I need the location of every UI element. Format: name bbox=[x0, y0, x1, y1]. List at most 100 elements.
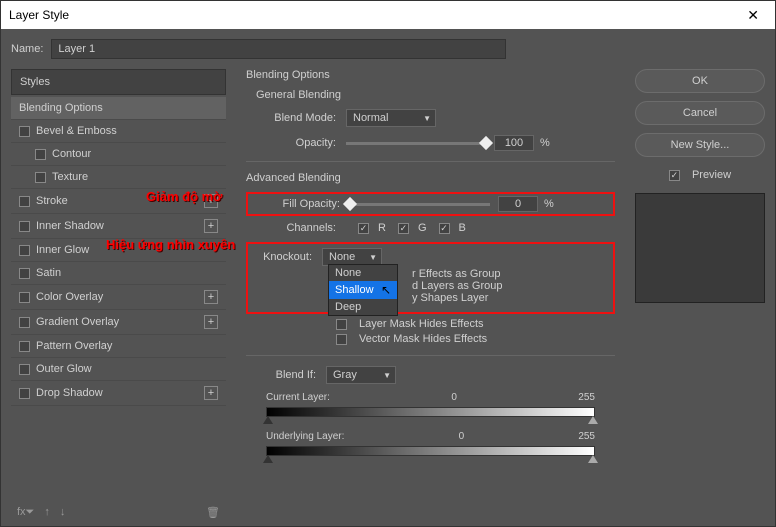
ok-button[interactable]: OK bbox=[635, 69, 765, 93]
arrow-down-icon[interactable]: ↓ bbox=[60, 506, 66, 518]
style-label: Satin bbox=[36, 267, 61, 279]
arrow-up-icon[interactable]: ↑ bbox=[44, 506, 50, 518]
style-checkbox[interactable] bbox=[19, 268, 30, 279]
style-item[interactable]: Gradient Overlay + bbox=[11, 310, 226, 335]
blend-if-thumb[interactable] bbox=[263, 455, 273, 463]
style-label: Gradient Overlay bbox=[36, 316, 119, 328]
add-effect-button[interactable]: + bbox=[204, 290, 218, 304]
fill-opacity-label: Fill Opacity: bbox=[250, 198, 350, 210]
advanced-blending-title: Advanced Blending bbox=[246, 172, 615, 184]
opacity-slider[interactable] bbox=[346, 142, 486, 145]
fill-opacity-slider[interactable] bbox=[350, 203, 490, 206]
style-label: Contour bbox=[52, 148, 91, 160]
blend-if-thumb[interactable] bbox=[588, 416, 598, 424]
knockout-label: Knockout: bbox=[252, 251, 322, 263]
preview-label: Preview bbox=[692, 169, 731, 181]
channel-b-checkbox[interactable] bbox=[439, 223, 450, 234]
panel-title: Blending Options bbox=[246, 69, 615, 81]
chevron-down-icon: ▼ bbox=[369, 253, 377, 262]
new-style-button[interactable]: New Style... bbox=[635, 133, 765, 157]
cancel-button[interactable]: Cancel bbox=[635, 101, 765, 125]
style-checkbox[interactable] bbox=[19, 126, 30, 137]
style-item[interactable]: Blending Options bbox=[11, 97, 226, 120]
close-icon[interactable]: ✕ bbox=[739, 5, 767, 26]
style-label: Blending Options bbox=[19, 102, 103, 114]
style-checkbox[interactable] bbox=[19, 317, 30, 328]
style-label: Inner Glow bbox=[36, 244, 89, 256]
style-checkbox[interactable] bbox=[19, 196, 30, 207]
blend-mode-select[interactable]: Normal▼ bbox=[346, 109, 436, 127]
fx-icon[interactable]: fx⏷ bbox=[17, 506, 34, 519]
style-label: Inner Shadow bbox=[36, 220, 104, 232]
style-label: Pattern Overlay bbox=[36, 340, 112, 352]
style-checkbox[interactable] bbox=[19, 388, 30, 399]
chevron-down-icon: ▼ bbox=[423, 114, 431, 123]
style-label: Outer Glow bbox=[36, 363, 92, 375]
channel-g-checkbox[interactable] bbox=[398, 223, 409, 234]
style-item[interactable]: Stroke+ bbox=[11, 189, 226, 214]
style-label: Drop Shadow bbox=[36, 387, 103, 399]
fill-opacity-input[interactable] bbox=[498, 196, 538, 212]
style-checkbox[interactable] bbox=[35, 149, 46, 160]
blend-mode-label: Blend Mode: bbox=[246, 112, 346, 124]
layer-name-input[interactable] bbox=[51, 39, 506, 59]
style-item[interactable]: Inner Glow bbox=[11, 239, 226, 262]
style-checkbox[interactable] bbox=[19, 221, 30, 232]
blend-if-label: Blend If: bbox=[246, 369, 326, 381]
style-label: Color Overlay bbox=[36, 291, 103, 303]
right-panel: OK Cancel New Style... Preview bbox=[635, 69, 765, 526]
name-label: Name: bbox=[11, 43, 43, 55]
add-effect-button[interactable]: + bbox=[204, 386, 218, 400]
style-checkbox[interactable] bbox=[35, 172, 46, 183]
trash-icon[interactable]: 🗑 bbox=[206, 506, 220, 519]
style-item[interactable]: Color Overlay + bbox=[11, 285, 226, 310]
add-effect-button[interactable]: + bbox=[204, 315, 218, 329]
titlebar: Layer Style ✕ bbox=[1, 1, 775, 29]
opt-shapes-layer: y Shapes Layer bbox=[412, 292, 609, 304]
knockout-option-deep[interactable]: Deep bbox=[329, 299, 397, 315]
current-layer-gradient[interactable] bbox=[266, 407, 595, 417]
layer-mask-hides-checkbox[interactable] bbox=[336, 319, 347, 330]
dialog-title: Layer Style bbox=[9, 8, 69, 22]
style-checkbox[interactable] bbox=[19, 245, 30, 256]
channels-label: Channels: bbox=[246, 222, 346, 234]
style-checkbox[interactable] bbox=[19, 292, 30, 303]
channel-r-checkbox[interactable] bbox=[358, 223, 369, 234]
styles-panel: Styles Blending Options Bevel & Emboss Con… bbox=[11, 69, 226, 526]
preview-box bbox=[635, 193, 765, 303]
style-item[interactable]: Inner Shadow + bbox=[11, 214, 226, 239]
knockout-option-none[interactable]: None bbox=[329, 265, 397, 281]
style-checkbox[interactable] bbox=[19, 364, 30, 375]
add-effect-button[interactable]: + bbox=[204, 194, 218, 208]
opacity-input[interactable] bbox=[494, 135, 534, 151]
style-item[interactable]: Pattern Overlay bbox=[11, 335, 226, 358]
style-item[interactable]: Contour bbox=[11, 143, 226, 166]
styles-bottom-bar: fx⏷ ↑ ↓ 🗑 bbox=[11, 498, 226, 526]
cursor-icon: ↖ bbox=[381, 283, 391, 297]
styles-list: Blending Options Bevel & Emboss Contour Tex… bbox=[11, 97, 226, 498]
opt-effects-group: r Effects as Group bbox=[412, 268, 609, 280]
style-label: Bevel & Emboss bbox=[36, 125, 117, 137]
opacity-label: Opacity: bbox=[246, 137, 346, 149]
layer-style-dialog: Layer Style ✕ Name: Styles Blending Opti… bbox=[0, 0, 776, 527]
styles-header[interactable]: Styles bbox=[11, 69, 226, 95]
style-item[interactable]: Drop Shadow + bbox=[11, 381, 226, 406]
chevron-down-icon: ▼ bbox=[383, 371, 391, 380]
blending-options-panel: Blending Options General Blending Blend … bbox=[236, 69, 625, 526]
opt-layers-group: d Layers as Group bbox=[412, 280, 609, 292]
knockout-option-shallow[interactable]: Shallow↖ bbox=[329, 281, 397, 299]
style-checkbox[interactable] bbox=[19, 341, 30, 352]
preview-checkbox[interactable] bbox=[669, 170, 680, 181]
add-effect-button[interactable]: + bbox=[204, 219, 218, 233]
percent-label-2: % bbox=[544, 198, 554, 210]
blend-if-thumb[interactable] bbox=[588, 455, 598, 463]
style-item[interactable]: Bevel & Emboss bbox=[11, 120, 226, 143]
style-item[interactable]: Satin bbox=[11, 262, 226, 285]
vector-mask-hides-checkbox[interactable] bbox=[336, 334, 347, 345]
style-item[interactable]: Outer Glow bbox=[11, 358, 226, 381]
style-item[interactable]: Texture bbox=[11, 166, 226, 189]
knockout-dropdown[interactable]: None Shallow↖ Deep bbox=[328, 264, 398, 316]
underlying-layer-gradient[interactable] bbox=[266, 446, 595, 456]
blend-if-thumb[interactable] bbox=[263, 416, 273, 424]
blend-if-select[interactable]: Gray▼ bbox=[326, 366, 396, 384]
